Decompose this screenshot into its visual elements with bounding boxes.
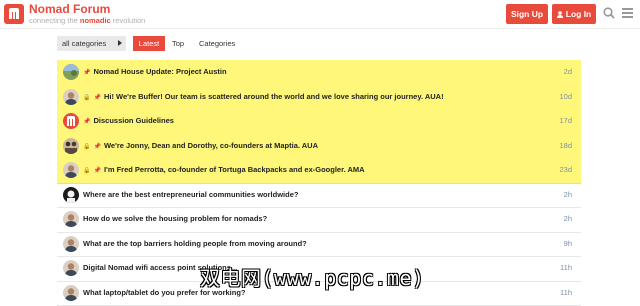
- topic-row[interactable]: 📌Nomad House Update: Project Austin 2d: [57, 60, 581, 86]
- topic-title[interactable]: How do we solve the housing problem for …: [83, 214, 267, 223]
- pin-icon: 📌: [83, 61, 90, 85]
- avatar[interactable]: [63, 64, 79, 80]
- tagline-text-end: revolution: [111, 16, 146, 25]
- topic-age[interactable]: 11h: [560, 256, 572, 280]
- tagline-text: connecting the: [29, 16, 80, 25]
- pin-icon: 📌: [93, 86, 100, 110]
- site-header: Nomad Forum connecting the nomadic revol…: [0, 0, 640, 29]
- topic-row[interactable]: 📌Discussion Guidelines 17d: [57, 109, 581, 135]
- topic-title-wrap: 📌Discussion Guidelines: [83, 109, 174, 133]
- topic-title[interactable]: What are the top barriers holding people…: [83, 239, 307, 248]
- topic-age[interactable]: 18d: [559, 134, 572, 158]
- user-icon: [557, 11, 563, 18]
- topic-title-wrap: Where are the best entrepreneurial commu…: [83, 183, 298, 207]
- topic-row[interactable]: 🔒📌 We're Jonny, Dean and Dorothy, co-foun…: [57, 134, 581, 160]
- topic-age[interactable]: 17d: [559, 109, 572, 133]
- watermark-text: 双电网(www.pcpc.me): [200, 262, 425, 291]
- sign-up-button[interactable]: Sign Up: [506, 4, 548, 24]
- avatar[interactable]: [63, 211, 79, 227]
- site-tagline: connecting the nomadic revolution: [29, 16, 145, 25]
- avatar[interactable]: [63, 162, 79, 178]
- topic-title-wrap: How do we solve the housing problem for …: [83, 207, 267, 231]
- pin-icon: 📌: [93, 135, 100, 159]
- lock-icon: 🔒: [83, 86, 90, 110]
- log-in-label: Log In: [566, 9, 592, 19]
- topic-age[interactable]: 10d: [559, 85, 572, 109]
- tab-top[interactable]: Top: [172, 36, 184, 51]
- lock-icon: 🔒: [83, 159, 90, 183]
- topic-title[interactable]: Hi! We're Buffer! Our team is scattered …: [104, 92, 444, 101]
- pin-icon: 📌: [93, 159, 100, 183]
- avatar[interactable]: [63, 89, 79, 105]
- topic-row[interactable]: What are the top barriers holding people…: [57, 232, 581, 258]
- category-dropdown-label: all categories: [62, 36, 106, 51]
- topic-row[interactable]: How do we solve the housing problem for …: [57, 207, 581, 233]
- topic-title-wrap: 📌Nomad House Update: Project Austin: [83, 60, 227, 84]
- lock-icon: 🔒: [83, 135, 90, 159]
- topic-row[interactable]: 🔒📌 I'm Fred Perrotta, co-founder of Tortu…: [57, 158, 581, 184]
- topic-age[interactable]: 23d: [559, 158, 572, 182]
- topic-age[interactable]: 11h: [560, 281, 572, 305]
- hamburger-menu-icon[interactable]: [622, 8, 633, 18]
- topic-title[interactable]: Discussion Guidelines: [93, 116, 173, 125]
- avatar[interactable]: [63, 187, 79, 203]
- avatar[interactable]: [63, 285, 79, 301]
- topic-title[interactable]: Where are the best entrepreneurial commu…: [83, 190, 298, 199]
- topic-age[interactable]: 9h: [564, 232, 572, 256]
- caret-right-icon: [118, 40, 122, 46]
- log-in-button[interactable]: Log In: [552, 4, 596, 24]
- avatar[interactable]: [63, 138, 79, 154]
- category-dropdown[interactable]: all categories: [57, 36, 126, 51]
- topic-row[interactable]: Where are the best entrepreneurial commu…: [57, 183, 581, 209]
- forum-logo-icon[interactable]: [4, 4, 24, 24]
- avatar[interactable]: [63, 236, 79, 252]
- topic-title[interactable]: We're Jonny, Dean and Dorothy, co-founde…: [104, 141, 318, 150]
- topic-title-wrap: What are the top barriers holding people…: [83, 232, 307, 256]
- tagline-highlight: nomadic: [80, 16, 111, 25]
- topic-title-wrap: 🔒📌 Hi! We're Buffer! Our team is scattere…: [83, 85, 444, 109]
- topic-title-wrap: 🔒📌 We're Jonny, Dean and Dorothy, co-foun…: [83, 134, 318, 158]
- tab-latest[interactable]: Latest: [133, 36, 165, 51]
- topic-title[interactable]: I'm Fred Perrotta, co-founder of Tortuga…: [104, 165, 365, 174]
- pin-icon: 📌: [83, 110, 90, 134]
- topic-title[interactable]: Nomad House Update: Project Austin: [93, 67, 226, 76]
- topic-row[interactable]: 🔒📌 Hi! We're Buffer! Our team is scattere…: [57, 85, 581, 111]
- topic-age[interactable]: 2h: [564, 207, 572, 231]
- search-icon[interactable]: [603, 7, 615, 19]
- site-title[interactable]: Nomad Forum: [29, 2, 110, 16]
- topic-age[interactable]: 2d: [564, 60, 572, 84]
- topic-age[interactable]: 2h: [564, 183, 572, 207]
- topic-title-wrap: 🔒📌 I'm Fred Perrotta, co-founder of Tortu…: [83, 158, 365, 182]
- avatar[interactable]: [63, 113, 79, 129]
- avatar[interactable]: [63, 260, 79, 276]
- tab-categories[interactable]: Categories: [199, 36, 235, 51]
